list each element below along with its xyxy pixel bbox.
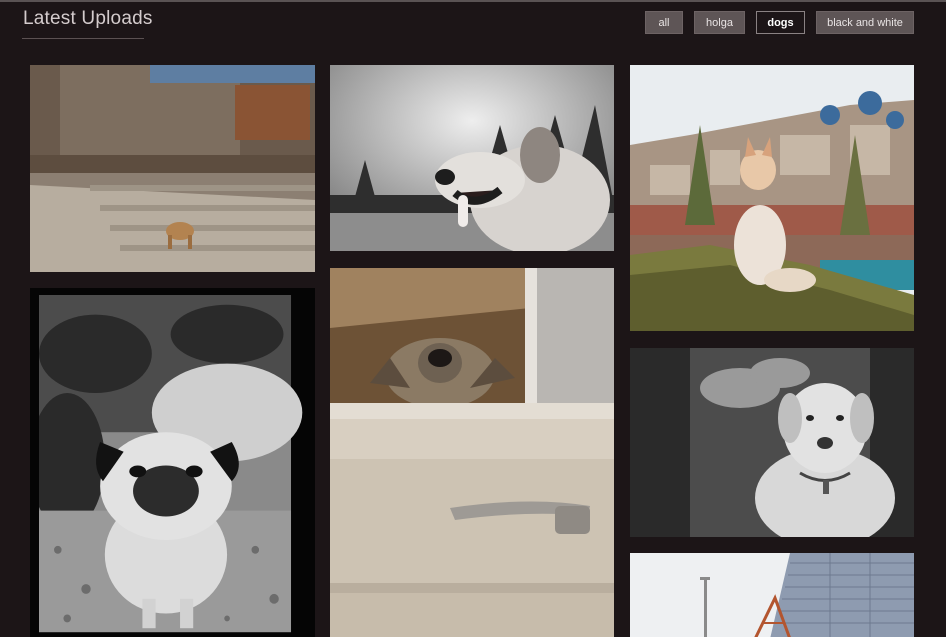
photo-dog-in-field[interactable] (330, 65, 614, 251)
filter-all-button[interactable]: all (645, 11, 683, 34)
photo-labrador-portrait-image (630, 348, 914, 537)
filter-black-and-white-button[interactable]: black and white (816, 11, 914, 34)
photo-dog-in-field-image (330, 65, 614, 251)
photo-building-crane-image (630, 553, 914, 637)
photo-pug-on-gravel[interactable] (30, 288, 315, 637)
photo-labrador-portrait[interactable] (630, 348, 914, 537)
photo-husky-on-hill-image (630, 65, 914, 331)
photo-husky-on-hill[interactable] (630, 65, 914, 331)
filter-bar: all holga dogs black and white (0, 11, 946, 35)
photo-dog-on-stairs-image (30, 65, 315, 272)
filter-holga-button[interactable]: holga (694, 11, 745, 34)
photo-dog-in-car[interactable] (330, 268, 614, 637)
title-underline (22, 38, 144, 39)
photo-pug-on-gravel-image (39, 295, 303, 633)
photo-building-crane[interactable] (630, 553, 914, 637)
photo-dog-in-car-image (330, 268, 614, 637)
photo-dog-on-stairs[interactable] (30, 65, 315, 272)
filter-dogs-button[interactable]: dogs (756, 11, 805, 34)
